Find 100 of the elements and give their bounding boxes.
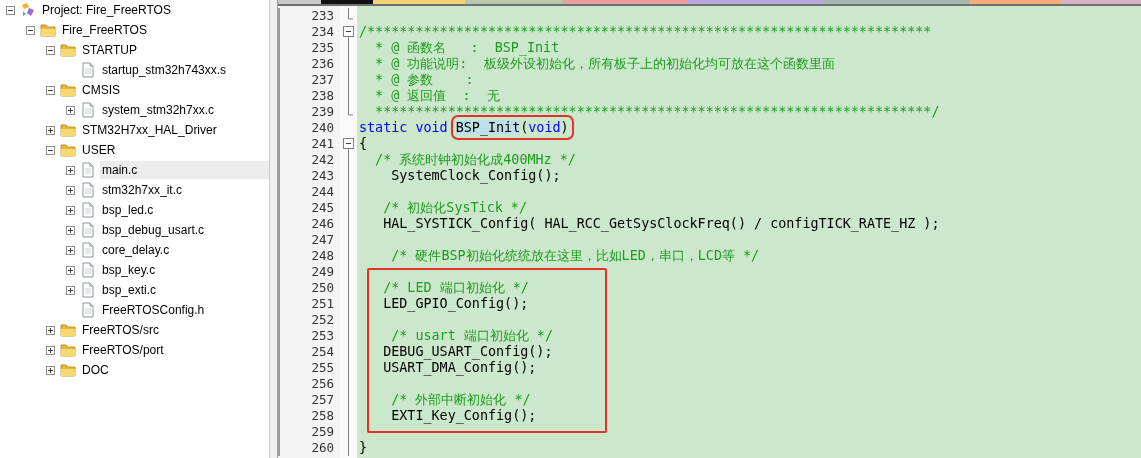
line-number: 259 <box>278 424 340 440</box>
folder-icon <box>60 122 76 138</box>
expand-icon[interactable] <box>66 185 75 195</box>
code-comment: * @ 功能说明: 板级外设初始化，所有板子上的初始化均可放在这个函数里面 <box>374 56 835 71</box>
line-number: 254 <box>278 344 340 360</box>
code-text: ) <box>560 120 569 135</box>
tree-item[interactable]: FreeRTOS/port <box>80 341 166 359</box>
tree-item[interactable]: USER <box>80 141 118 159</box>
line-number: 257 <box>278 392 340 408</box>
line-number: 237 <box>278 72 340 88</box>
line-number: 240 <box>278 120 340 136</box>
code-text: { <box>359 136 368 151</box>
code-comment: /* 初始化SysTick */ <box>382 200 527 215</box>
folder-icon <box>60 362 76 378</box>
collapse-icon[interactable] <box>46 45 55 55</box>
code-comment: /********************************************************************** <box>359 24 932 39</box>
collapse-icon[interactable] <box>6 5 15 15</box>
project-icon <box>20 2 36 18</box>
line-number: 248 <box>278 248 340 264</box>
line-number: 233 <box>278 8 340 24</box>
code-text: EXTI_Key_Config(); <box>390 408 537 423</box>
line-number: 235 <box>278 40 340 56</box>
line-number: 234 <box>278 24 340 40</box>
line-number: 249 <box>278 264 340 280</box>
tree-item[interactable]: main.c <box>100 161 269 179</box>
line-number: 241 <box>278 136 340 152</box>
code-comment: * @ 参数 : <box>374 72 474 87</box>
code-text: ( <box>520 120 529 135</box>
tree-item[interactable]: stm32h7xx_it.c <box>100 181 185 199</box>
file-icon <box>80 182 96 198</box>
tree-item[interactable]: CMSIS <box>80 81 122 99</box>
expand-icon[interactable] <box>66 165 75 175</box>
line-number: 236 <box>278 56 340 72</box>
tree-item[interactable]: core_delay.c <box>100 241 172 259</box>
tree-item[interactable]: DOC <box>80 361 111 379</box>
code-comment: /* usart 端口初始化 */ <box>390 328 553 343</box>
line-number: 238 <box>278 88 340 104</box>
expand-icon[interactable] <box>46 345 55 355</box>
line-number: 245 <box>278 200 340 216</box>
folder-icon <box>40 22 56 38</box>
file-icon <box>80 162 96 178</box>
code-text: } <box>359 440 368 455</box>
file-icon <box>80 302 96 318</box>
code-comment: * @ 返回值 : 无 <box>374 88 500 103</box>
line-number: 251 <box>278 296 340 312</box>
tree-item[interactable]: bsp_led.c <box>100 201 156 219</box>
line-number: 253 <box>278 328 340 344</box>
code-text: BSP_Init <box>455 120 521 135</box>
folder-icon <box>60 142 76 158</box>
expand-icon[interactable] <box>66 105 75 115</box>
collapse-icon[interactable] <box>46 85 55 95</box>
expand-icon[interactable] <box>46 125 55 135</box>
code-text: DEBUG_USART_Config(); <box>382 344 553 359</box>
code-comment: /* LED 端口初始化 */ <box>382 280 529 295</box>
code-comment: /* 硬件BSP初始化统统放在这里，比如LED，串口，LCD等 */ <box>390 248 760 263</box>
collapse-icon[interactable] <box>46 145 55 155</box>
line-number: 252 <box>278 312 340 328</box>
line-number: 250 <box>278 280 340 296</box>
line-number: 255 <box>278 360 340 376</box>
folder-icon <box>60 42 76 58</box>
tree-item[interactable]: bsp_debug_usart.c <box>100 221 207 239</box>
expand-icon[interactable] <box>66 205 75 215</box>
fold-icon[interactable] <box>343 24 354 40</box>
tree-item[interactable]: bsp_exti.c <box>100 281 159 299</box>
tree-item[interactable]: Fire_FreeRTOS <box>60 21 149 39</box>
folder-icon <box>60 342 76 358</box>
code-comment: /* 系统时钟初始化成400MHz */ <box>374 152 576 167</box>
expand-icon[interactable] <box>66 265 75 275</box>
expand-icon[interactable] <box>46 365 55 375</box>
tree-item[interactable]: STM32H7xx_HAL_Driver <box>80 121 219 139</box>
tree-item[interactable]: FreeRTOS/src <box>80 321 161 339</box>
code-keyword: static void <box>359 120 449 135</box>
tree-item[interactable]: Project: Fire_FreeRTOS <box>40 1 173 19</box>
folder-icon <box>60 322 76 338</box>
folder-icon <box>60 82 76 98</box>
expand-icon[interactable] <box>66 245 75 255</box>
tree-item[interactable]: system_stm32h7xx.c <box>100 101 217 119</box>
file-icon <box>80 242 96 258</box>
file-icon <box>80 282 96 298</box>
fold-icon[interactable] <box>343 136 354 152</box>
tree-item[interactable]: bsp_key.c <box>100 261 158 279</box>
expand-icon[interactable] <box>46 325 55 335</box>
file-icon <box>80 102 96 118</box>
code-keyword: void <box>528 120 561 135</box>
line-number: 260 <box>278 440 340 456</box>
code-text: HAL_SYSTICK_Config( HAL_RCC_GetSysClockFreq() / configTICK_RATE_HZ ); <box>382 216 940 231</box>
tree-item[interactable]: FreeRTOSConfig.h <box>100 301 207 319</box>
editor-tab[interactable] <box>320 0 374 4</box>
line-number: 239 <box>278 104 340 120</box>
collapse-icon[interactable] <box>26 25 35 35</box>
file-icon <box>80 202 96 218</box>
tree-item[interactable]: STARTUP <box>80 41 139 59</box>
line-number: 246 <box>278 216 340 232</box>
tree-item[interactable]: startup_stm32h743xx.s <box>100 61 229 79</box>
code-comment: /* 外部中断初始化 */ <box>390 392 531 407</box>
expand-icon[interactable] <box>66 225 75 235</box>
code-comment: *********************************************************************/ <box>374 104 940 119</box>
expand-icon[interactable] <box>66 285 75 295</box>
code-text: LED_GPIO_Config(); <box>382 296 529 311</box>
file-icon <box>80 62 96 78</box>
